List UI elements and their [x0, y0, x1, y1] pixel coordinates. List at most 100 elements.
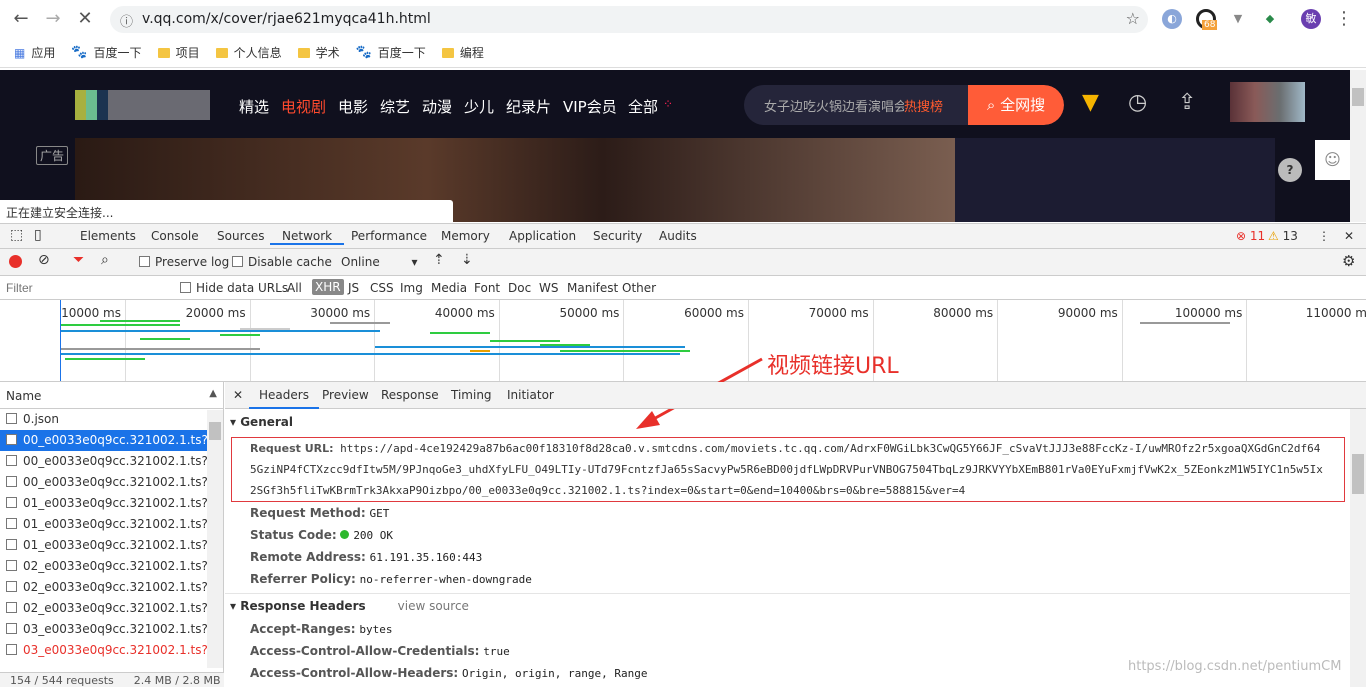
warning-counter[interactable]: ⚠ 13: [1268, 229, 1298, 243]
filter-type-img[interactable]: Img: [400, 281, 423, 295]
tab-network[interactable]: Network: [270, 229, 345, 245]
extension-icon[interactable]: ▼: [1228, 9, 1248, 29]
feedback-icon[interactable]: ☺: [1315, 140, 1350, 180]
filter-type-xhr[interactable]: XHR: [312, 279, 344, 295]
tab-elements[interactable]: Elements: [80, 229, 136, 243]
bookmark-folder[interactable]: 学术: [297, 44, 340, 61]
device-toggle-icon[interactable]: ▯: [34, 227, 42, 243]
request-row[interactable]: 01_e0033e0q9cc.321002.1.ts?index: [0, 514, 207, 535]
view-source-link[interactable]: view source: [398, 599, 469, 613]
nav-category[interactable]: 少儿: [464, 96, 494, 117]
close-details-icon[interactable]: ✕: [233, 388, 243, 402]
filter-type-js[interactable]: JS: [348, 281, 359, 295]
tab-performance[interactable]: Performance: [351, 229, 427, 243]
filter-type-font[interactable]: Font: [474, 281, 500, 295]
filter-type-doc[interactable]: Doc: [508, 281, 531, 295]
nav-category[interactable]: 全部: [628, 96, 658, 117]
tab-memory[interactable]: Memory: [441, 229, 490, 243]
request-row[interactable]: 01_e0033e0q9cc.321002.1.ts?index: [0, 493, 207, 514]
filter-type-media[interactable]: Media: [431, 281, 467, 295]
history-icon[interactable]: ◷: [1128, 90, 1147, 115]
tab-console[interactable]: Console: [151, 229, 199, 243]
page-scrollbar[interactable]: [1350, 70, 1366, 222]
throttle-select[interactable]: Online ▾: [341, 255, 418, 269]
extension-icon[interactable]: ◆: [1260, 9, 1280, 29]
clear-icon[interactable]: ⊘: [38, 252, 50, 268]
stop-button[interactable]: ✕: [74, 8, 96, 30]
menu-icon[interactable]: ⋮: [1333, 8, 1355, 30]
tab-response[interactable]: Response: [381, 388, 439, 402]
request-row[interactable]: 0.json: [0, 409, 207, 430]
search-button[interactable]: ⌕ 全网搜: [968, 85, 1064, 125]
request-row[interactable]: 02_e0033e0q9cc.321002.1.ts?index: [0, 577, 207, 598]
search-icon[interactable]: ⌕: [101, 252, 109, 268]
error-counter[interactable]: ⊗ 11: [1236, 229, 1265, 243]
bookmark-item[interactable]: 🐾 百度一下: [356, 44, 426, 61]
filter-type-other[interactable]: Other: [622, 281, 656, 295]
tab-audits[interactable]: Audits: [659, 229, 697, 243]
bookmark-folder[interactable]: 项目: [157, 44, 200, 61]
settings-gear-icon[interactable]: ⚙: [1342, 252, 1355, 270]
filter-icon[interactable]: ⏷: [73, 252, 84, 268]
request-row[interactable]: 00_e0033e0q9cc.321002.1.ts?index: [0, 430, 207, 451]
filter-type-manifest[interactable]: Manifest: [567, 281, 618, 295]
hide-data-urls-checkbox[interactable]: Hide data URLs: [180, 281, 288, 295]
forward-button[interactable]: →: [42, 8, 64, 30]
request-row[interactable]: 03_e0033e0q9cc.321002.1.ts?index: [0, 640, 207, 661]
response-headers-section-header[interactable]: ▾ Response Headers view source: [225, 594, 1366, 618]
tab-headers[interactable]: Headers: [249, 388, 319, 409]
nav-category[interactable]: VIP会员: [563, 96, 617, 117]
tab-timing[interactable]: Timing: [451, 388, 492, 402]
tab-security[interactable]: Security: [593, 229, 642, 243]
tab-sources[interactable]: Sources: [217, 229, 264, 243]
import-har-icon[interactable]: ⇡: [433, 252, 445, 268]
hot-search-link[interactable]: 热搜榜: [904, 96, 943, 115]
nav-category[interactable]: 综艺: [380, 96, 410, 117]
nav-category-active[interactable]: 电视剧: [281, 96, 326, 117]
filter-input[interactable]: [2, 279, 167, 297]
tab-preview[interactable]: Preview: [322, 388, 369, 402]
help-icon[interactable]: ?: [1278, 158, 1302, 182]
bookmark-folder[interactable]: 个人信息: [215, 44, 282, 61]
filter-type-all[interactable]: All: [287, 281, 302, 295]
request-row[interactable]: 02_e0033e0q9cc.321002.1.ts?index: [0, 556, 207, 577]
tab-initiator[interactable]: Initiator: [507, 388, 554, 402]
request-row[interactable]: 00_e0033e0q9cc.321002.1.ts?index: [0, 451, 207, 472]
general-section-header[interactable]: ▾ General: [225, 409, 1366, 435]
vip-icon[interactable]: ▼: [1082, 90, 1099, 115]
back-button[interactable]: ←: [10, 8, 32, 30]
bookmark-folder[interactable]: 编程: [441, 44, 484, 61]
nav-category[interactable]: 电影: [338, 96, 368, 117]
address-bar[interactable]: ⓘ v.qq.com/x/cover/rjae621myqca41h.html …: [110, 6, 1148, 33]
request-row[interactable]: 02_e0033e0q9cc.321002.1.ts?index: [0, 598, 207, 619]
preserve-log-checkbox[interactable]: Preserve log: [139, 255, 229, 269]
site-logo[interactable]: [75, 90, 210, 120]
search-input[interactable]: 女子边吃火锅边看演唱会: [764, 96, 904, 115]
export-har-icon[interactable]: ⇣: [461, 252, 473, 268]
extension-icon[interactable]: ◐: [1162, 9, 1182, 29]
tab-application[interactable]: Application: [509, 229, 576, 243]
nav-category[interactable]: 纪录片: [506, 96, 551, 117]
close-devtools-icon[interactable]: ✕: [1344, 229, 1354, 243]
profile-avatar[interactable]: 敏: [1301, 9, 1321, 29]
inspect-icon[interactable]: ⬚: [10, 227, 23, 243]
site-search[interactable]: 女子边吃火锅边看演唱会 热搜榜 ⌕ 全网搜: [744, 85, 1064, 125]
disable-cache-checkbox[interactable]: Disable cache: [232, 255, 332, 269]
nav-category[interactable]: 精选: [239, 96, 269, 117]
upload-icon[interactable]: ⇪: [1178, 90, 1196, 115]
request-list-scrollbar[interactable]: [207, 410, 223, 668]
more-options-icon[interactable]: ⋮: [1318, 229, 1330, 243]
bookmark-apps[interactable]: ▦ 应用: [14, 44, 55, 61]
request-row[interactable]: 00_e0033e0q9cc.321002.1.ts?index: [0, 472, 207, 493]
name-column-header[interactable]: Name ▲: [0, 382, 223, 409]
details-scrollbar[interactable]: [1350, 409, 1366, 687]
filter-type-ws[interactable]: WS: [539, 281, 558, 295]
request-row[interactable]: 03_e0033e0q9cc.321002.1.ts?index: [0, 619, 207, 640]
bookmark-item[interactable]: 🐾 百度一下: [71, 44, 141, 61]
nav-category[interactable]: 动漫: [422, 96, 452, 117]
request-row[interactable]: 01_e0033e0q9cc.321002.1.ts?index: [0, 535, 207, 556]
filter-type-css[interactable]: CSS: [370, 281, 394, 295]
user-avatar[interactable]: [1230, 82, 1305, 122]
bookmark-star-icon[interactable]: ☆: [1126, 9, 1140, 28]
record-button[interactable]: [9, 255, 22, 268]
